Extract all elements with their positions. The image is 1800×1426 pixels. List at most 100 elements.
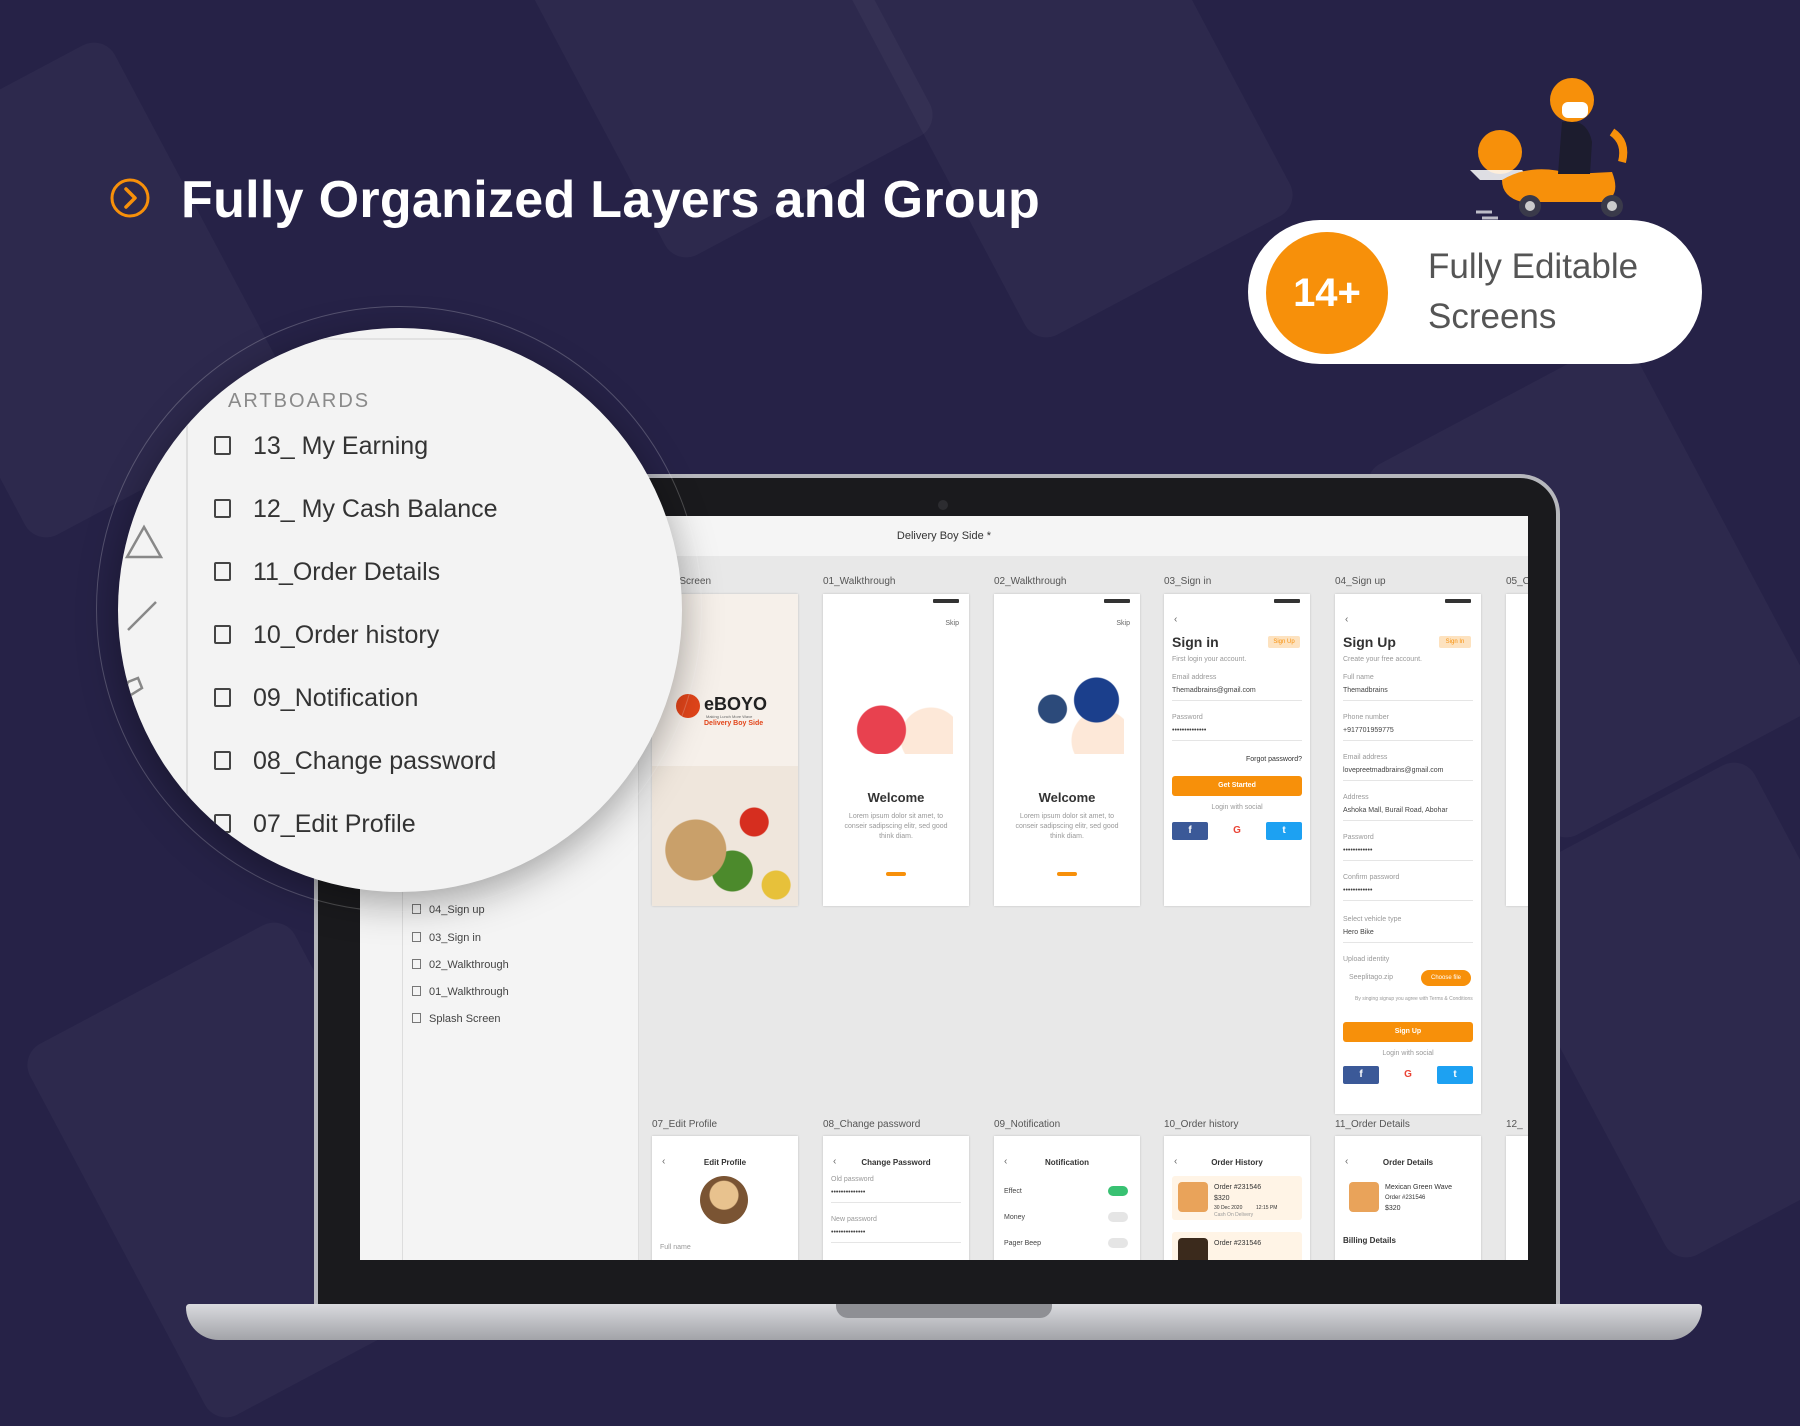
password-field[interactable]: •••••••••••• xyxy=(1343,842,1473,861)
google-icon[interactable]: G xyxy=(1219,822,1255,840)
sign-up-tag[interactable]: Sign Up xyxy=(1268,636,1300,648)
artboard-change-password[interactable]: ‹ Change Password Old password •••••••••… xyxy=(823,1136,969,1260)
artboards-heading: ARTBOARDS xyxy=(228,390,371,412)
email-field[interactable]: Themadbrains@gmail.com xyxy=(1172,682,1302,701)
order-card[interactable]: Order #231546 xyxy=(1172,1232,1302,1260)
effect-toggle[interactable] xyxy=(1108,1186,1128,1196)
page-indicator xyxy=(886,872,906,876)
order-history-title: Order History xyxy=(1211,1158,1263,1167)
artboard-label: 04_Sign up xyxy=(1335,576,1386,587)
google-icon[interactable]: G xyxy=(1390,1066,1426,1084)
artboard-walkthrough-2[interactable]: Skip Welcome Lorem ipsum dolor sit amet,… xyxy=(994,594,1140,906)
full-name-label: Full name xyxy=(1343,674,1374,681)
artboard-label: 11_Order Details xyxy=(1335,1119,1410,1130)
scooter-illustration xyxy=(843,674,953,754)
artboard-item[interactable]: 12_ My Cash Balance xyxy=(214,495,498,524)
terms-text: By singing signup you agree with Terms &… xyxy=(1355,996,1473,1002)
editable-screens-badge: 14+ Fully Editable Screens xyxy=(1248,220,1702,364)
forgot-password-link[interactable]: Forgot password? xyxy=(1246,756,1302,763)
facebook-icon[interactable]: f xyxy=(1343,1066,1379,1084)
artboard-walkthrough-1[interactable]: Skip Welcome Lorem ipsum dolor sit amet,… xyxy=(823,594,969,906)
brand-name: eBOYO xyxy=(704,694,768,714)
avatar[interactable] xyxy=(700,1176,748,1224)
email-label: Email address xyxy=(1172,674,1217,681)
full-name-field[interactable]: Themadbrains xyxy=(1343,682,1473,701)
chevron-right-circle-icon xyxy=(110,178,150,218)
order-card[interactable]: Order #231546 $320 30 Dec 2020 12:15 PM … xyxy=(1172,1176,1302,1220)
artboard-label: 03_Sign in xyxy=(1164,576,1212,587)
password-label: Password xyxy=(1343,834,1374,841)
artboard-sign-in[interactable]: ‹ Sign in Sign Up First login your accou… xyxy=(1164,594,1310,906)
artboard-order-history[interactable]: ‹ Order History Order #231546 $320 30 De… xyxy=(1164,1136,1310,1260)
artboard-item[interactable]: 10_Order history xyxy=(214,621,439,650)
email-label: Email address xyxy=(1343,754,1388,761)
social-label: Login with social xyxy=(1382,1050,1434,1057)
address-label: Address xyxy=(1343,794,1369,801)
artboard-label: 10_Order history xyxy=(1164,1119,1239,1130)
badge-label: Fully Editable Screens xyxy=(1428,247,1639,336)
status-bar-icons xyxy=(933,599,959,603)
twitter-icon[interactable]: t xyxy=(1437,1066,1473,1084)
artboard-edit-profile[interactable]: ‹ Edit Profile Full name xyxy=(652,1136,798,1260)
order-item-card[interactable]: Mexican Green Wave Order #231546 $320 xyxy=(1343,1176,1473,1220)
new-password-field[interactable]: •••••••••••••• xyxy=(831,1224,961,1243)
welcome-text: Lorem ipsum dolor sit amet, to conseir s… xyxy=(844,813,948,840)
skip-link[interactable]: Skip xyxy=(945,620,959,627)
sign-up-subtitle: Create your free account. xyxy=(1343,656,1422,663)
old-password-field[interactable]: •••••••••••••• xyxy=(831,1184,961,1203)
facebook-icon[interactable]: f xyxy=(1172,822,1208,840)
triangle-tool-icon[interactable] xyxy=(124,524,164,560)
brand-tagline: Making Lunch More Wave xyxy=(706,714,753,719)
artboard-partial[interactable] xyxy=(1506,594,1528,906)
artboard-notification[interactable]: ‹ Notification Effect Money Pager Beep xyxy=(994,1136,1140,1260)
food-thumbnail xyxy=(1349,1182,1379,1212)
artboard-item[interactable]: 13_ My Earning xyxy=(214,432,428,461)
panel-top-border xyxy=(188,338,682,340)
back-icon[interactable]: ‹ xyxy=(1345,614,1348,625)
order-number: Order #231546 xyxy=(1214,1240,1262,1247)
layer-item[interactable]: 02_Walkthrough xyxy=(412,959,509,971)
get-started-button[interactable]: Get Started xyxy=(1172,776,1302,796)
twitter-icon[interactable]: t xyxy=(1266,822,1302,840)
confirm-password-field[interactable]: •••••••••••• xyxy=(1343,882,1473,901)
pager-beep-toggle[interactable] xyxy=(1108,1238,1128,1248)
address-field[interactable]: Ashoka Mall, Burail Road, Abohar xyxy=(1343,802,1473,821)
artboard-item[interactable]: 07_Edit Profile xyxy=(214,810,416,839)
line-tool-icon[interactable] xyxy=(124,598,160,634)
vehicle-select[interactable]: Hero Bike xyxy=(1343,924,1473,943)
screen-count-badge: 14+ xyxy=(1266,232,1388,354)
email-field[interactable]: lovepreetmadbrains@gmail.com xyxy=(1343,762,1473,781)
layer-item[interactable]: 01_Walkthrough xyxy=(412,986,509,998)
money-toggle[interactable] xyxy=(1108,1212,1128,1222)
back-icon[interactable]: ‹ xyxy=(1174,614,1177,625)
billing-details-heading: Billing Details xyxy=(1343,1236,1396,1245)
skip-link[interactable]: Skip xyxy=(1116,620,1130,627)
artboard-label: 02_Walkthrough xyxy=(994,576,1067,587)
food-thumbnail xyxy=(1178,1238,1208,1260)
food-image xyxy=(652,766,798,906)
sign-in-tag[interactable]: Sign In xyxy=(1439,636,1471,648)
layer-item[interactable]: Splash Screen xyxy=(412,1013,501,1025)
password-field[interactable]: •••••••••••••• xyxy=(1172,722,1302,741)
new-password-label: New password xyxy=(831,1216,877,1223)
status-bar-icons xyxy=(1104,599,1130,603)
phone-field[interactable]: +917701959775 xyxy=(1343,722,1473,741)
artboard-sign-up[interactable]: ‹ Sign Up Sign In Create your free accou… xyxy=(1335,594,1481,1114)
artboard-item[interactable]: 08_Change password xyxy=(214,747,496,776)
food-thumbnail xyxy=(1178,1182,1208,1212)
notification-title: Notification xyxy=(1045,1158,1089,1167)
artboard-item[interactable]: 09_Notification xyxy=(214,684,418,713)
page-title: Fully Organized Layers and Group xyxy=(181,171,1041,229)
pen-tool-icon[interactable] xyxy=(118,674,146,702)
artboard-item[interactable]: 11_Order Details xyxy=(214,558,440,587)
artboard-partial[interactable] xyxy=(1506,1136,1528,1260)
choose-file-button[interactable]: Choose file xyxy=(1421,970,1471,986)
sign-up-title: Sign Up xyxy=(1343,634,1396,650)
artboard-label: 08_Change password xyxy=(823,1119,921,1130)
order-time: 12:15 PM xyxy=(1256,1205,1278,1211)
sign-up-button[interactable]: Sign Up xyxy=(1343,1022,1473,1042)
layer-item[interactable]: 03_Sign in xyxy=(412,932,481,944)
page-indicator xyxy=(1057,872,1077,876)
artboard-order-details[interactable]: ‹ Order Details Mexican Green Wave Order… xyxy=(1335,1136,1481,1260)
artboard-label: 07_Edit Profile xyxy=(652,1119,718,1130)
